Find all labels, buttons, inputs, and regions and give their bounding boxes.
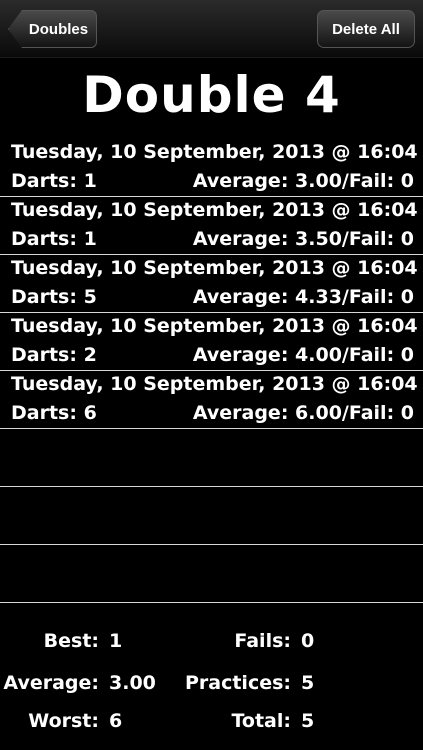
total-value: 5 xyxy=(301,710,315,732)
session-date: Tuesday, 10 September, 2013 @ 16:04 xyxy=(11,141,418,163)
fails-stat: Fails: 0 xyxy=(0,630,314,652)
list-item[interactable]: Tuesday, 10 September, 2013 @ 16:04 Dart… xyxy=(0,139,423,197)
statistics-panel: Best: 1 Fails: 0 Average: 3.00 Practices: 5 … xyxy=(0,630,423,740)
delete-all-button[interactable]: Delete All xyxy=(317,10,415,48)
session-average: Average: 4.33/Fail: 0 xyxy=(192,286,414,308)
session-average: Average: 4.00/Fail: 0 xyxy=(192,344,414,366)
practices-stat: Practices: 5 xyxy=(0,672,314,694)
fails-label: Fails: xyxy=(234,630,291,652)
list-item[interactable]: Tuesday, 10 September, 2013 @ 16:04 Dart… xyxy=(0,255,423,313)
session-date: Tuesday, 10 September, 2013 @ 16:04 xyxy=(11,257,418,279)
session-darts: Darts: 1 xyxy=(11,228,97,250)
page-title: Double 4 xyxy=(82,66,341,124)
list-item[interactable]: Tuesday, 10 September, 2013 @ 16:04 Dart… xyxy=(0,371,423,429)
session-date: Tuesday, 10 September, 2013 @ 16:04 xyxy=(11,315,418,337)
session-date: Tuesday, 10 September, 2013 @ 16:04 xyxy=(11,373,418,395)
navigation-bar: Doubles Delete All xyxy=(0,0,423,58)
empty-row xyxy=(0,487,423,545)
session-darts: Darts: 5 xyxy=(11,286,97,308)
session-average: Average: 6.00/Fail: 0 xyxy=(192,402,414,424)
list-item[interactable]: Tuesday, 10 September, 2013 @ 16:04 Dart… xyxy=(0,197,423,255)
fails-value: 0 xyxy=(301,630,315,652)
session-darts: Darts: 2 xyxy=(11,344,97,366)
session-darts: Darts: 6 xyxy=(11,402,97,424)
session-date: Tuesday, 10 September, 2013 @ 16:04 xyxy=(11,199,418,221)
session-average: Average: 3.50/Fail: 0 xyxy=(192,228,414,250)
back-button-label: Doubles xyxy=(28,20,89,38)
practices-value: 5 xyxy=(301,672,315,694)
empty-row xyxy=(0,429,423,487)
session-list: Tuesday, 10 September, 2013 @ 16:04 Dart… xyxy=(0,139,423,603)
list-item[interactable]: Tuesday, 10 September, 2013 @ 16:04 Dart… xyxy=(0,313,423,371)
empty-row xyxy=(0,545,423,603)
session-average: Average: 3.00/Fail: 0 xyxy=(192,170,414,192)
session-darts: Darts: 1 xyxy=(11,170,97,192)
total-label: Total: xyxy=(231,710,291,732)
practices-label: Practices: xyxy=(184,672,291,694)
back-button[interactable]: Doubles xyxy=(8,10,97,48)
total-stat: Total: 5 xyxy=(0,710,314,732)
